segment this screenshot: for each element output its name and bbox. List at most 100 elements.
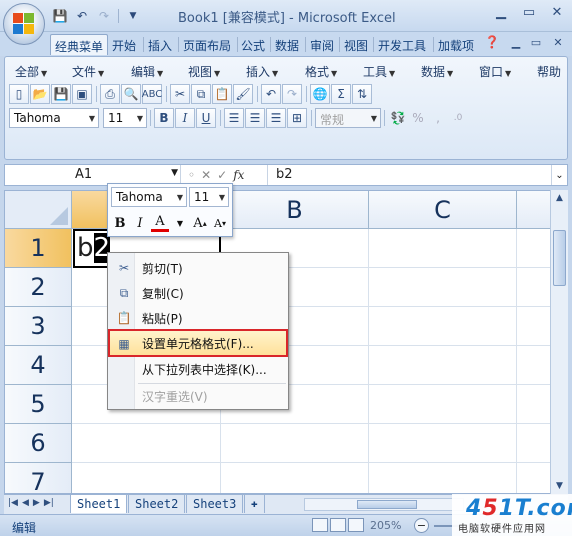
prev-sheet-icon[interactable]: ◀ (22, 498, 29, 508)
menu-file[interactable]: 文件 ▼ (72, 63, 104, 80)
horizontal-scrollbar[interactable] (304, 498, 464, 511)
ribbon-minimize-icon[interactable]: ▁ (508, 34, 524, 50)
currency-icon[interactable]: 💱 (388, 108, 408, 128)
help-icon[interactable]: ❓ (484, 34, 500, 50)
office-button[interactable] (3, 3, 45, 45)
zoom-out-icon[interactable]: − (414, 518, 429, 533)
number-format-combo[interactable]: 常规 ▼ (315, 108, 381, 128)
redo-icon[interactable]: ↷ (94, 7, 114, 25)
font-name-combo[interactable]: Tahoma ▼ (9, 108, 99, 128)
page-break-view-icon[interactable] (348, 518, 364, 532)
enter-entry-icon[interactable]: ✓ (217, 168, 227, 182)
tab-data[interactable]: 数据 (271, 34, 303, 55)
tab-developer[interactable]: 开发工具 (374, 34, 430, 55)
menu-all[interactable]: 全部 ▼ (15, 63, 47, 80)
minimize-icon[interactable]: ▁ (490, 3, 512, 21)
save-icon[interactable]: 💾 (50, 7, 70, 25)
row-header-5[interactable]: 5 (5, 385, 72, 424)
menu-item-paste[interactable]: 📋 粘贴(P) (110, 306, 286, 330)
tab-insert[interactable]: 插入 (144, 34, 176, 55)
format-painter-icon[interactable]: 🖌 (233, 84, 253, 104)
cancel-entry-icon[interactable]: ✕ (201, 168, 211, 182)
scroll-up-icon[interactable]: ▲ (551, 190, 568, 206)
last-sheet-icon[interactable]: ▶| (44, 498, 54, 508)
mini-font-name-combo[interactable]: Tahoma ▼ (111, 187, 187, 207)
redo-icon[interactable]: ↷ (282, 84, 302, 104)
normal-view-icon[interactable] (312, 518, 328, 532)
chevron-down-icon[interactable]: ▼ (171, 213, 189, 233)
customize-qat-icon[interactable]: ▼ (123, 7, 143, 25)
sheet-tab-sheet3[interactable]: Sheet3 (186, 495, 244, 513)
tab-formulas[interactable]: 公式 (237, 34, 269, 55)
spelling-icon[interactable]: ABC (142, 84, 162, 104)
row-header-3[interactable]: 3 (5, 307, 72, 346)
next-sheet-icon[interactable]: ▶ (33, 498, 40, 508)
italic-button[interactable]: I (175, 108, 195, 128)
mini-bold-button[interactable]: B (111, 213, 129, 233)
formula-input[interactable]: b2 (267, 165, 547, 185)
ribbon-restore-icon[interactable]: ▭ (528, 34, 544, 50)
font-size-combo[interactable]: 11 ▼ (103, 108, 147, 128)
menu-data[interactable]: 数据 ▼ (421, 63, 453, 80)
autosum-icon[interactable]: Σ (331, 84, 351, 104)
expand-formula-bar-icon[interactable]: ⌄ (551, 165, 567, 185)
merge-center-icon[interactable]: ⊞ (287, 108, 307, 128)
column-header-c[interactable]: C (369, 191, 517, 229)
name-box[interactable]: A1 ▼ (5, 165, 181, 185)
menu-window[interactable]: 窗口 ▼ (479, 63, 511, 80)
mini-font-color-button[interactable]: A (151, 214, 169, 232)
menu-tools[interactable]: 工具 ▼ (363, 63, 395, 80)
sort-icon[interactable]: ⇅ (352, 84, 372, 104)
insert-function-icon[interactable]: fx (233, 168, 244, 182)
bold-button[interactable]: B (154, 108, 174, 128)
paste-icon[interactable]: 📋 (212, 84, 232, 104)
shrink-font-button[interactable]: A ▾ (211, 213, 229, 233)
copy-icon[interactable]: ⧉ (191, 84, 211, 104)
close-icon[interactable]: ✕ (546, 3, 568, 21)
menu-item-pick-from-list[interactable]: 从下拉列表中选择(K)... (110, 357, 286, 381)
tab-classic-menu[interactable]: 经典菜单 (50, 34, 109, 55)
first-sheet-icon[interactable]: |◀ (8, 498, 18, 508)
page-layout-view-icon[interactable] (330, 518, 346, 532)
permission-icon[interactable]: ▣ (72, 84, 92, 104)
sheet-tab-sheet2[interactable]: Sheet2 (128, 495, 186, 513)
menu-item-copy[interactable]: ⧉ 复制(C) (110, 281, 286, 305)
row-header-1[interactable]: 1 (5, 229, 72, 268)
print-icon[interactable]: ⎙ (100, 84, 120, 104)
maximize-icon[interactable]: ▭ (518, 3, 540, 21)
ribbon-close-icon[interactable]: ✕ (550, 34, 566, 50)
horizontal-scroll-thumb[interactable] (357, 500, 417, 509)
menu-format[interactable]: 格式 ▼ (305, 63, 337, 80)
tab-page-layout[interactable]: 页面布局 (179, 34, 235, 55)
grow-font-button[interactable]: A ▴ (191, 213, 209, 233)
save-icon[interactable]: 💾 (51, 84, 71, 104)
menu-view[interactable]: 视图 ▼ (188, 63, 220, 80)
open-icon[interactable]: 📂 (30, 84, 50, 104)
menu-edit[interactable]: 编辑 ▼ (131, 63, 163, 80)
row-header-6[interactable]: 6 (5, 424, 72, 463)
align-right-icon[interactable]: ☰ (266, 108, 286, 128)
underline-button[interactable]: U (196, 108, 216, 128)
align-left-icon[interactable]: ☰ (224, 108, 244, 128)
menu-insert[interactable]: 插入 ▼ (246, 63, 278, 80)
zoom-level[interactable]: 205% (370, 519, 401, 532)
sheet-tab-sheet1[interactable]: Sheet1 (70, 495, 128, 513)
scroll-down-icon[interactable]: ▼ (551, 478, 568, 494)
menu-item-cut[interactable]: ✂ 剪切(T) (110, 256, 286, 280)
vertical-scroll-thumb[interactable] (553, 230, 566, 286)
tab-review[interactable]: 审阅 (306, 34, 338, 55)
hyperlink-icon[interactable]: 🌐 (310, 84, 330, 104)
menu-help[interactable]: 帮助 (537, 63, 561, 80)
column-header-b[interactable]: B (221, 191, 369, 229)
comma-icon[interactable]: , (428, 108, 448, 128)
print-preview-icon[interactable]: 🔍 (121, 84, 141, 104)
vertical-scrollbar[interactable]: ▲ ▼ (550, 190, 568, 494)
insert-sheet-icon[interactable]: ✚ (244, 495, 265, 513)
select-all-button[interactable] (5, 191, 72, 229)
new-icon[interactable]: ▯ (9, 84, 29, 104)
tab-home[interactable]: 开始 (108, 34, 140, 55)
align-center-icon[interactable]: ☰ (245, 108, 265, 128)
row-header-2[interactable]: 2 (5, 268, 72, 307)
cut-icon[interactable]: ✂ (170, 84, 190, 104)
percent-icon[interactable]: % (408, 108, 428, 128)
